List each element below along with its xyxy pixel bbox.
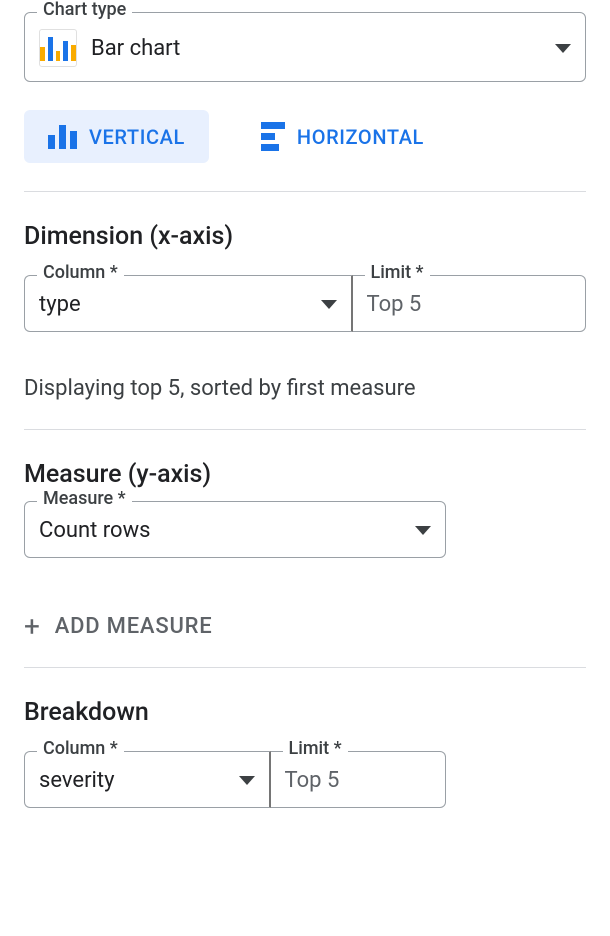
horizontal-bars-icon [261,122,285,151]
tab-horizontal-label: HORIZONTAL [297,125,424,149]
dimension-column-value: type [39,292,307,317]
dimension-limit-select[interactable]: Limit * Top 5 [353,275,587,332]
breakdown-limit-legend: Limit * [283,740,348,758]
breakdown-column-value: severity [39,768,225,793]
divider [24,667,586,668]
tab-vertical-label: VERTICAL [89,125,185,149]
add-measure-button[interactable]: + ADD MEASURE [24,614,586,639]
divider [24,429,586,430]
measure-title: Measure (y-axis) [24,460,586,489]
chevron-down-icon [415,526,431,535]
dimension-limit-value: Top 5 [367,292,572,317]
chevron-down-icon [555,44,571,53]
measure-legend: Measure * [37,490,132,508]
orientation-tabs: VERTICAL HORIZONTAL [24,110,586,163]
measure-select[interactable]: Measure * Count rows [24,501,446,558]
chart-type-select[interactable]: Chart type Bar chart [24,12,586,82]
breakdown-column-legend: Column * [37,740,124,758]
breakdown-title: Breakdown [24,698,586,727]
chevron-down-icon [321,300,337,309]
chart-type-value: Bar chart [91,36,541,61]
tab-vertical[interactable]: VERTICAL [24,110,209,163]
dimension-column-select[interactable]: Column * type [24,275,353,332]
breakdown-limit-select[interactable]: Limit * Top 5 [271,751,446,808]
measure-value: Count rows [39,518,401,543]
bar-chart-icon [39,29,77,67]
vertical-bars-icon [48,125,77,149]
plus-icon: + [24,617,41,637]
divider [24,191,586,192]
breakdown-column-select[interactable]: Column * severity [24,751,271,808]
dimension-title: Dimension (x-axis) [24,222,586,251]
breakdown-limit-value: Top 5 [285,768,431,793]
dimension-column-legend: Column * [37,264,124,282]
dimension-hint: Displaying top 5, sorted by first measur… [24,376,586,401]
chart-type-legend: Chart type [37,1,132,19]
tab-horizontal[interactable]: HORIZONTAL [237,110,448,163]
dimension-limit-legend: Limit * [365,264,430,282]
chevron-down-icon [239,776,255,785]
add-measure-label: ADD MEASURE [55,614,213,639]
